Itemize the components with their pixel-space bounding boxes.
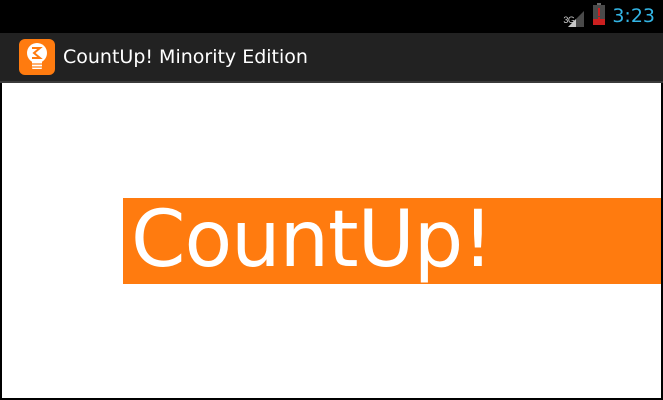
lightbulb-icon[interactable]: [19, 39, 55, 75]
cell-signal-icon: 3G: [563, 7, 586, 27]
status-clock: 3:23: [612, 5, 655, 27]
splash-content: CountUp!: [2, 83, 661, 398]
network-type: 3G: [563, 14, 575, 25]
app-title: CountUp! Minority Edition: [63, 46, 308, 68]
action-bar: CountUp! Minority Edition: [0, 33, 663, 81]
countup-logo: CountUp!: [123, 198, 661, 284]
battery-low-icon: [593, 3, 606, 30]
status-bar: 3G 3:23: [0, 0, 663, 33]
status-icons: 3G 3:23: [563, 0, 655, 33]
logo-text: CountUp!: [131, 198, 494, 284]
